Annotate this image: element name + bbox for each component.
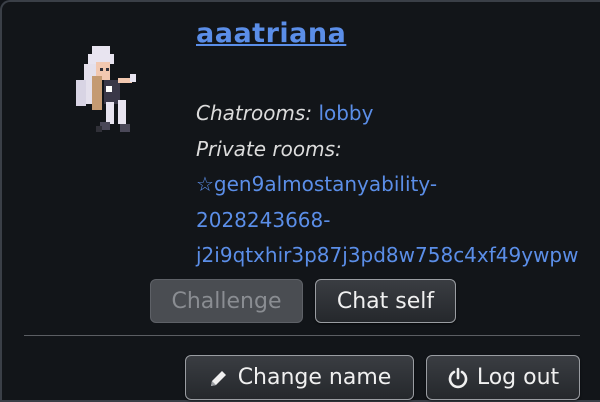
change-name-label: Change name <box>237 365 392 390</box>
power-icon <box>448 367 468 388</box>
pencil-icon <box>210 370 226 386</box>
room-info: Chatrooms: lobby Private rooms: ☆gen9alm… <box>196 96 600 274</box>
private-room-link-line1[interactable]: ☆gen9almostanyability- <box>196 167 600 203</box>
log-out-label: Log out <box>476 365 560 390</box>
username-link[interactable]: aaatriana <box>196 18 346 49</box>
user-popup-panel: aaatriana Chatrooms: lobby Private rooms… <box>0 0 600 402</box>
chatroom-link-lobby[interactable]: lobby <box>318 101 373 125</box>
change-name-button[interactable]: Change name <box>185 355 414 400</box>
private-rooms-label: Private rooms: <box>196 136 342 161</box>
divider <box>24 335 580 336</box>
chat-self-button[interactable]: Chat self <box>315 279 456 323</box>
private-room-link-line2[interactable]: 2028243668- <box>196 203 600 239</box>
challenge-button[interactable]: Challenge <box>150 279 303 323</box>
chatrooms-row: Chatrooms: lobby <box>196 96 600 132</box>
private-room-link-line3[interactable]: j2i9qtxhir3p87j3pd8w758c4xf49ywpw <box>196 238 600 274</box>
chatrooms-label: Chatrooms: <box>196 101 313 125</box>
user-avatar <box>76 46 136 132</box>
log-out-button[interactable]: Log out <box>426 355 580 400</box>
